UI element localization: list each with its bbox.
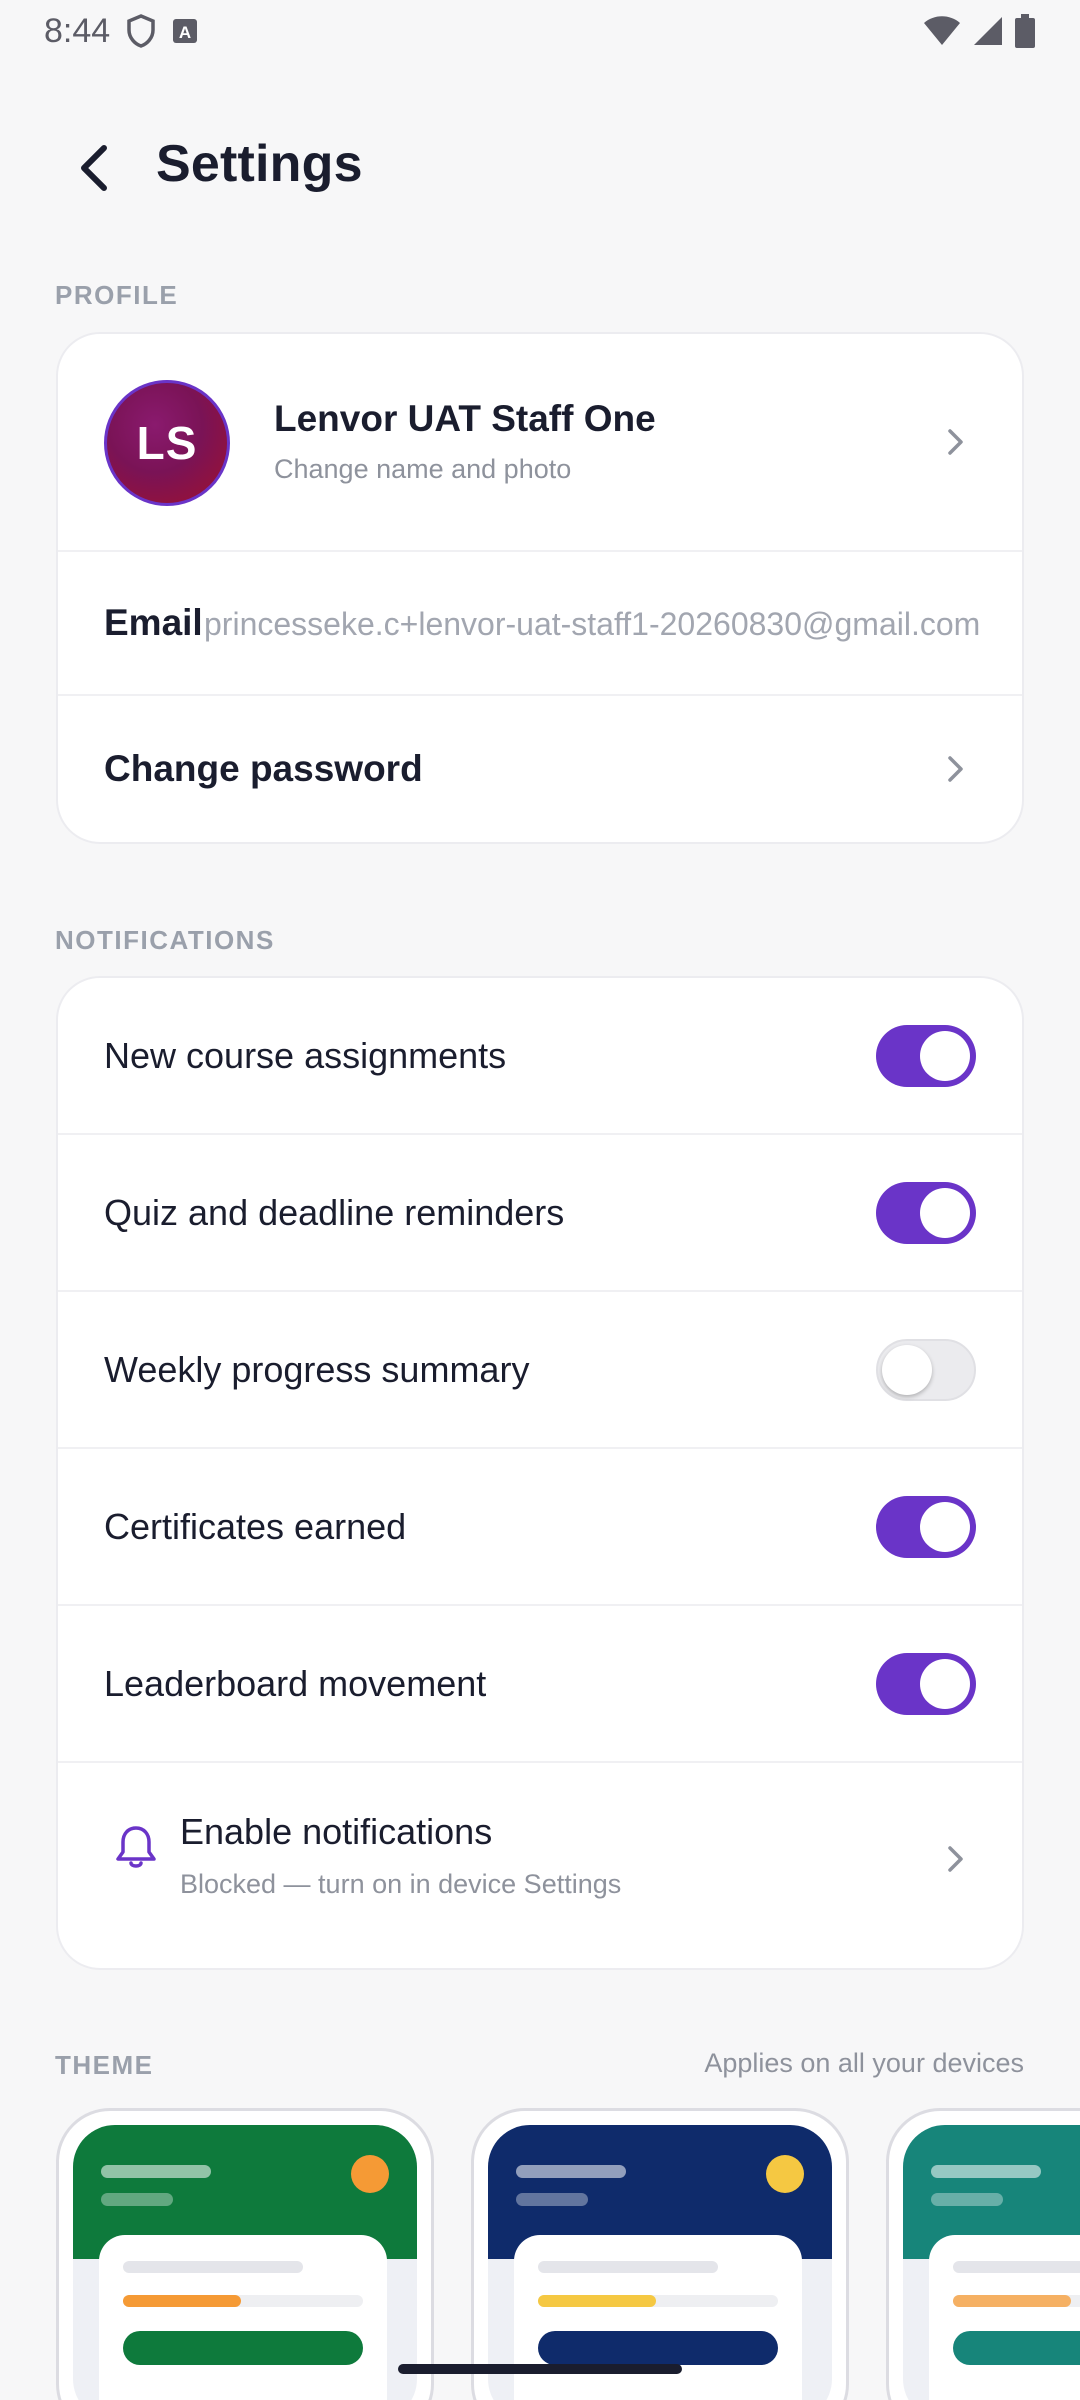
- change-password-row[interactable]: Change password: [58, 696, 1022, 842]
- preview-bar: [516, 2193, 588, 2206]
- preview-bar: [931, 2193, 1003, 2206]
- profile-row[interactable]: LS Lenvor UAT Staff One Change name and …: [58, 334, 1022, 552]
- email-label: Email: [104, 602, 203, 643]
- preview-line: [538, 2261, 718, 2273]
- enable-notifications-subtitle: Blocked — turn on in device Settings: [180, 1869, 622, 1899]
- preview-bar: [101, 2165, 211, 2178]
- theme-preview: [488, 2125, 832, 2400]
- toggle-knob: [920, 1658, 970, 1709]
- theme-section-header: THEME: [55, 2050, 154, 2080]
- theme-option-navy[interactable]: [471, 2108, 849, 2400]
- notification-label: Leaderboard movement: [104, 1662, 487, 1704]
- preview-progress-fill: [953, 2295, 1071, 2307]
- preview-progress-fill: [123, 2295, 241, 2307]
- shield-icon: [126, 14, 156, 48]
- preview-bar: [516, 2165, 626, 2178]
- theme-preview: [73, 2125, 417, 2400]
- email-value: princesseke.c+lenvor-uat-staff1-20260830…: [204, 606, 981, 642]
- notifications-section-header: NOTIFICATIONS: [55, 925, 275, 955]
- chevron-right-icon: [948, 1846, 963, 1872]
- notification-label: Certificates earned: [104, 1505, 407, 1547]
- toggle-certificates[interactable]: [876, 1495, 976, 1558]
- back-arrow-icon: [81, 145, 107, 191]
- preview-progress-track: [538, 2295, 778, 2307]
- wifi-icon: [922, 15, 962, 47]
- status-bar: 8:44 A: [0, 0, 1080, 62]
- app-bar: Settings: [0, 118, 1080, 218]
- toggle-quiz-reminders[interactable]: [876, 1181, 976, 1244]
- chevron-right-icon: [948, 756, 963, 782]
- change-password-label: Change password: [104, 748, 423, 789]
- preview-button: [953, 2331, 1080, 2365]
- avatar: LS: [104, 380, 230, 506]
- battery-icon: [1014, 14, 1036, 48]
- preview-bar: [101, 2193, 173, 2206]
- toggle-knob: [920, 1187, 970, 1238]
- signal-icon: [972, 15, 1004, 47]
- preview-progress-track: [123, 2295, 363, 2307]
- theme-option-teal[interactable]: [886, 2108, 1080, 2400]
- svg-text:A: A: [179, 23, 191, 42]
- notification-label: New course assignments: [104, 1034, 507, 1076]
- profile-section-header: PROFILE: [55, 280, 179, 310]
- preview-button: [123, 2331, 363, 2365]
- preview-accent-dot: [766, 2155, 804, 2193]
- toggle-weekly-summary[interactable]: [876, 1338, 976, 1401]
- toggle-knob: [882, 1344, 932, 1395]
- toggle-new-course-assignments[interactable]: [876, 1024, 976, 1087]
- notification-row-weekly-summary: Weekly progress summary: [58, 1292, 1022, 1449]
- notification-row-new-course-assignments: New course assignments: [58, 978, 1022, 1135]
- notification-row-quiz-reminders: Quiz and deadline reminders: [58, 1135, 1022, 1292]
- enable-notifications-row[interactable]: Enable notifications Blocked — turn on i…: [58, 1763, 1022, 1955]
- notification-row-certificates: Certificates earned: [58, 1449, 1022, 1606]
- keyboard-a-icon: A: [172, 18, 198, 44]
- preview-accent-dot: [351, 2155, 389, 2193]
- notification-label: Weekly progress summary: [104, 1348, 530, 1390]
- preview-line: [953, 2261, 1080, 2273]
- chevron-right-icon: [948, 429, 963, 455]
- toggle-knob: [920, 1030, 970, 1081]
- profile-name: Lenvor UAT Staff One: [274, 398, 656, 439]
- theme-option-green[interactable]: [56, 2108, 434, 2400]
- profile-subtitle: Change name and photo: [274, 454, 572, 484]
- preview-progress-track: [953, 2295, 1080, 2307]
- preview-progress-fill: [538, 2295, 656, 2307]
- theme-section-aside: Applies on all your devices: [704, 2048, 1024, 2078]
- enable-notifications-title: Enable notifications: [180, 1811, 493, 1852]
- back-button[interactable]: [62, 136, 126, 200]
- email-row: Email princesseke.c+lenvor-uat-staff1-20…: [58, 552, 1022, 696]
- status-left: 8:44 A: [44, 12, 198, 51]
- preview-panel: [99, 2235, 387, 2400]
- toggle-leaderboard[interactable]: [876, 1652, 976, 1715]
- preview-panel: [929, 2235, 1080, 2400]
- notification-label: Quiz and deadline reminders: [104, 1191, 565, 1233]
- toggle-knob: [920, 1501, 970, 1552]
- notifications-card: New course assignments Quiz and deadline…: [56, 976, 1024, 1970]
- notification-row-leaderboard: Leaderboard movement: [58, 1606, 1022, 1763]
- profile-card: LS Lenvor UAT Staff One Change name and …: [56, 332, 1024, 844]
- home-indicator[interactable]: [398, 2364, 682, 2374]
- theme-preview: [903, 2125, 1080, 2400]
- status-time: 8:44: [44, 11, 111, 50]
- preview-panel: [514, 2235, 802, 2400]
- bell-icon: [116, 1826, 156, 1868]
- preview-bar: [931, 2165, 1041, 2178]
- preview-button: [538, 2331, 778, 2365]
- page-title: Settings: [156, 135, 363, 193]
- preview-line: [123, 2261, 303, 2273]
- status-right: [922, 14, 1036, 48]
